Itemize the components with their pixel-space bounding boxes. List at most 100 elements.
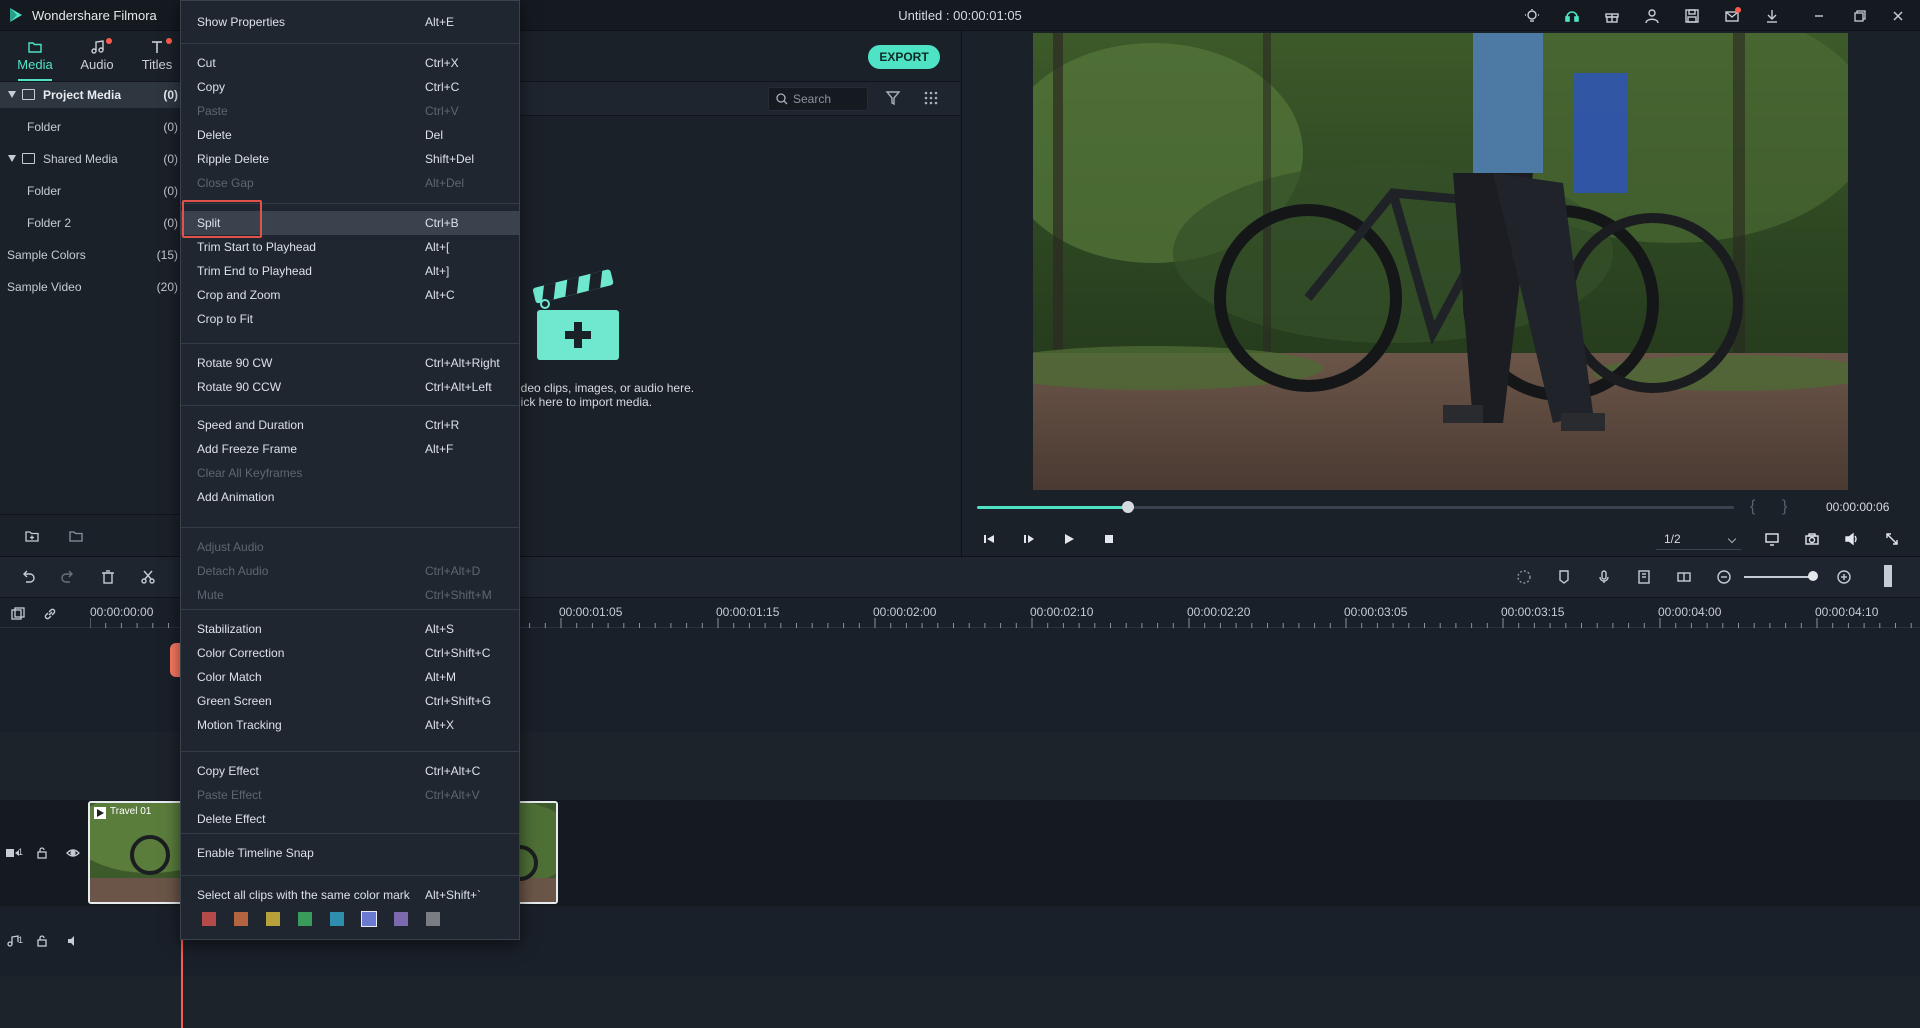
render-preview-button[interactable]	[1514, 567, 1534, 587]
menu-item-trim-start-to-playhead[interactable]: Trim Start to Playhead Alt+[	[181, 235, 519, 259]
menu-item-add-animation[interactable]: Add Animation	[181, 485, 519, 509]
account-icon[interactable]	[1642, 6, 1662, 26]
search-box[interactable]	[768, 87, 868, 111]
minimize-icon[interactable]	[1809, 6, 1829, 26]
split-screen-button[interactable]	[1674, 567, 1694, 587]
menu-item-rotate-90-cw[interactable]: Rotate 90 CW Ctrl+Alt+Right	[181, 351, 519, 375]
zoom-in-button[interactable]	[1834, 567, 1854, 587]
menu-item-add-freeze-frame[interactable]: Add Freeze Frame Alt+F	[181, 437, 519, 461]
playback-quality-select[interactable]: 1/2	[1656, 528, 1741, 550]
marker-button[interactable]	[1554, 567, 1574, 587]
search-input[interactable]	[793, 91, 863, 107]
stop-button[interactable]	[1099, 529, 1119, 549]
voiceover-button[interactable]	[1594, 567, 1614, 587]
tab-audio[interactable]: Audio	[72, 35, 122, 81]
fullscreen-button[interactable]	[1882, 529, 1902, 549]
track-lock-icon[interactable]	[35, 846, 49, 860]
color-mark-swatch[interactable]	[361, 911, 377, 927]
menu-item-show-properties[interactable]: Show Properties Alt+E	[181, 10, 519, 34]
zoom-out-button[interactable]	[1714, 567, 1734, 587]
add-track-icon[interactable]	[10, 606, 26, 622]
menu-item-trim-end-to-playhead[interactable]: Trim End to Playhead Alt+]	[181, 259, 519, 283]
menu-item-rotate-90-ccw[interactable]: Rotate 90 CCW Ctrl+Alt+Left	[181, 375, 519, 399]
undo-button[interactable]	[18, 567, 38, 587]
ruler-tick-label: 00:00:04:00	[1658, 605, 1722, 619]
menu-item-copy[interactable]: Copy Ctrl+C	[181, 75, 519, 99]
redo-button[interactable]	[58, 567, 78, 587]
restore-icon[interactable]	[1850, 6, 1870, 26]
library-item-folder-2[interactable]: Folder 2 (0)	[0, 210, 180, 236]
timeline-track-empty[interactable]	[0, 976, 1920, 1028]
library-item-sample-colors[interactable]: Sample Colors (15)	[0, 242, 180, 268]
fullscreen-icon	[1886, 533, 1898, 545]
undo-icon	[23, 570, 35, 583]
step-back-button[interactable]	[979, 529, 999, 549]
gift-icon[interactable]	[1602, 6, 1622, 26]
menu-item-crop-and-zoom[interactable]: Crop and Zoom Alt+C	[181, 283, 519, 307]
menu-item-copy-effect[interactable]: Copy Effect Ctrl+Alt+C	[181, 759, 519, 783]
color-mark-swatch[interactable]	[202, 912, 216, 926]
menu-item-color-match[interactable]: Color Match Alt+M	[181, 665, 519, 689]
play-button[interactable]	[1059, 529, 1079, 549]
snapshot-button[interactable]	[1802, 529, 1822, 549]
menu-item-crop-to-fit[interactable]: Crop to Fit	[181, 307, 519, 331]
link-icon[interactable]	[42, 606, 58, 622]
volume-button[interactable]	[1842, 529, 1862, 549]
close-icon[interactable]	[1888, 6, 1908, 26]
menu-item-enable-timeline-snap[interactable]: Enable Timeline Snap	[181, 841, 519, 865]
download-icon[interactable]	[1762, 6, 1782, 26]
tab-titles[interactable]: Titles	[132, 35, 182, 81]
menu-item-delete-effect[interactable]: Delete Effect	[181, 807, 519, 831]
display-settings-button[interactable]	[1762, 529, 1782, 549]
color-mark-swatch[interactable]	[394, 912, 408, 926]
import-hint-line-2[interactable]: lick here to import media.	[518, 395, 652, 409]
zoom-slider-track[interactable]	[1744, 576, 1814, 578]
menu-item-stabilization[interactable]: Stabilization Alt+S	[181, 617, 519, 641]
menu-item-cut[interactable]: Cut Ctrl+X	[181, 51, 519, 75]
color-mark-swatch[interactable]	[234, 912, 248, 926]
audio-mixer-button[interactable]	[1634, 567, 1654, 587]
menu-item-color-correction[interactable]: Color Correction Ctrl+Shift+C	[181, 641, 519, 665]
library-item-folder[interactable]: Folder (0)	[0, 178, 180, 204]
library-item-project-media[interactable]: Project Media (0)	[0, 82, 180, 108]
mark-out-button[interactable]: }	[1782, 498, 1787, 516]
tab-media[interactable]: Media	[10, 35, 60, 81]
color-mark-swatch[interactable]	[266, 912, 280, 926]
library-item-count: (20)	[156, 280, 178, 294]
expand-caret-icon[interactable]	[8, 155, 16, 162]
library-item-folder[interactable]: Folder (0)	[0, 114, 180, 140]
menu-item-ripple-delete[interactable]: Ripple Delete Shift+Del	[181, 147, 519, 171]
library-item-shared-media[interactable]: Shared Media (0)	[0, 146, 180, 172]
menu-item-delete[interactable]: Delete Del	[181, 123, 519, 147]
color-mark-swatch[interactable]	[298, 912, 312, 926]
folder-outline-icon[interactable]	[68, 528, 84, 544]
save-icon[interactable]	[1682, 6, 1702, 26]
expand-caret-icon[interactable]	[8, 91, 16, 98]
delete-button[interactable]	[98, 567, 118, 587]
menu-item-green-screen[interactable]: Green Screen Ctrl+Shift+G	[181, 689, 519, 713]
cut-button[interactable]	[138, 567, 158, 587]
track-volume-icon[interactable]	[66, 934, 80, 948]
color-mark-swatch[interactable]	[330, 912, 344, 926]
menu-item-split[interactable]: Split Ctrl+B	[181, 211, 519, 235]
new-folder-icon[interactable]	[24, 528, 40, 544]
library-item-sample-video[interactable]: Sample Video (20)	[0, 274, 180, 300]
timeline-handle[interactable]	[1884, 565, 1892, 587]
mark-in-button[interactable]: {	[1750, 498, 1755, 516]
menu-item-motion-tracking[interactable]: Motion Tracking Alt+X	[181, 713, 519, 737]
filter-icon[interactable]	[884, 89, 902, 107]
track-lock-icon[interactable]	[35, 934, 49, 948]
menu-item-select-all-clips-with-the-same-color-mark[interactable]: Select all clips with the same color mar…	[181, 883, 519, 907]
zoom-slider-knob[interactable]	[1808, 571, 1818, 581]
headset-icon[interactable]	[1562, 6, 1582, 26]
lightbulb-icon[interactable]	[1522, 6, 1542, 26]
mail-icon[interactable]	[1722, 6, 1742, 26]
play-slow-button[interactable]	[1019, 529, 1039, 549]
preview-video-frame[interactable]	[1033, 33, 1848, 490]
grid-view-icon[interactable]	[922, 89, 940, 107]
menu-item-speed-and-duration[interactable]: Speed and Duration Ctrl+R	[181, 413, 519, 437]
clapperboard-icon[interactable]	[533, 268, 623, 364]
track-visibility-icon[interactable]	[66, 846, 80, 860]
export-button[interactable]: EXPORT	[868, 45, 940, 69]
color-mark-swatch[interactable]	[426, 912, 440, 926]
